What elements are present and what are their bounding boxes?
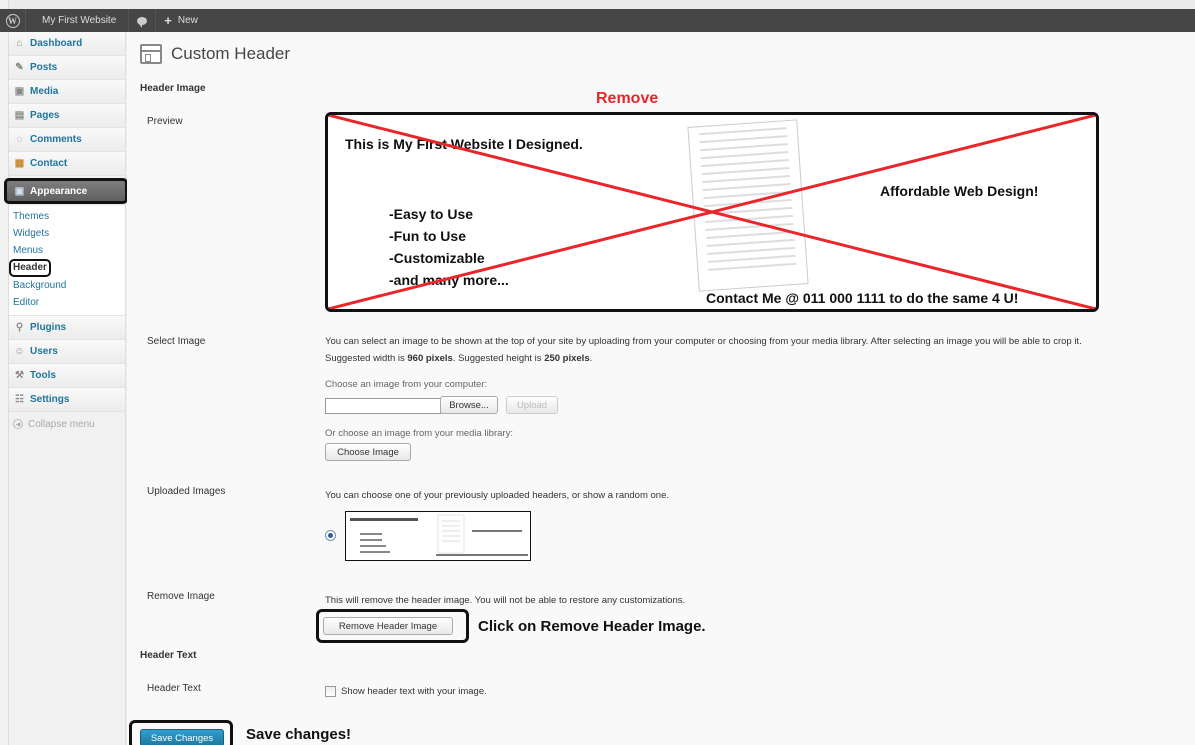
comment-bubble-icon xyxy=(137,16,148,28)
save-instruction-annotation: Save changes! xyxy=(246,726,352,743)
home-icon: ⌂ xyxy=(16,38,23,49)
wordpress-logo-icon: W xyxy=(5,13,20,28)
upload-button[interactable]: Upload xyxy=(506,396,558,414)
comment-icon: ◌ xyxy=(16,134,23,145)
sidebar-item-label: Pages xyxy=(30,110,60,121)
sidebar-item-users[interactable]: ☺ Users xyxy=(9,340,125,364)
uploaded-images-label: Uploaded Images xyxy=(147,486,226,497)
collapse-arrow-icon: ◀ xyxy=(13,419,23,429)
sidebar-item-label: Settings xyxy=(30,394,70,405)
submenu-widgets[interactable]: Widgets xyxy=(13,225,125,242)
site-name-link[interactable]: My First Website xyxy=(26,9,130,32)
wordpress-logo-menu[interactable]: W xyxy=(0,9,26,32)
sidebar-item-media[interactable]: ▣ Media xyxy=(9,80,125,104)
select-image-description: You can select an image to be shown at t… xyxy=(325,333,1190,367)
remove-header-image-button[interactable]: Remove Header Image xyxy=(323,617,453,635)
show-header-text-label: Show header text with your image. xyxy=(341,686,487,697)
suggested-height: 250 pixels xyxy=(544,353,590,364)
remove-annotation: Remove xyxy=(596,90,659,107)
submenu-menus[interactable]: Menus xyxy=(13,242,125,259)
remove-image-description: This will remove the header image. You w… xyxy=(325,595,686,606)
suggested-mid: . Suggested height is xyxy=(452,353,545,364)
main-content: Custom Header Header Image Preview Remov… xyxy=(127,32,1195,745)
sidebar-item-tools[interactable]: ⚒ Tools xyxy=(9,364,125,388)
sidebar-item-label: Appearance xyxy=(30,185,88,197)
header-text-label: Header Text xyxy=(147,683,201,694)
submenu-themes[interactable]: Themes xyxy=(13,208,125,225)
uploaded-header-thumbnail[interactable] xyxy=(345,511,531,561)
sidebar-item-label: Contact xyxy=(30,158,68,169)
plus-icon: + xyxy=(164,13,172,28)
choose-from-library-label: Or choose an image from your media libra… xyxy=(325,428,513,439)
custom-header-icon xyxy=(140,44,162,64)
sidebar-item-label: Plugins xyxy=(30,322,67,333)
sidebar-item-posts[interactable]: ✎ Posts xyxy=(9,56,125,80)
submenu-header[interactable]: Header xyxy=(9,259,51,277)
comments-link[interactable] xyxy=(129,9,157,32)
sidebar-item-label: Posts xyxy=(30,62,58,73)
sidebar-item-comments[interactable]: ◌ Comments xyxy=(9,128,125,152)
choose-image-button[interactable]: Choose Image xyxy=(325,443,411,461)
file-path-input[interactable] xyxy=(325,398,441,414)
collapse-menu-button[interactable]: ◀ Collapse menu xyxy=(9,412,125,436)
save-changes-button[interactable]: Save Changes xyxy=(140,729,224,745)
uploaded-images-description: You can choose one of your previously up… xyxy=(325,490,669,501)
sidebar-item-label: Tools xyxy=(30,370,56,381)
contact-icon: ▦ xyxy=(14,158,25,169)
remove-instruction-annotation: Click on Remove Header Image. xyxy=(478,618,706,635)
settings-icon: ☷ xyxy=(15,394,24,405)
submenu-editor[interactable]: Editor xyxy=(13,294,125,311)
remove-image-label: Remove Image xyxy=(147,591,215,602)
users-icon: ☺ xyxy=(14,346,25,357)
sidebar-item-dashboard[interactable]: ⌂ Dashboard xyxy=(9,32,125,56)
appearance-icon: ▣ xyxy=(14,185,25,197)
page-header: Custom Header xyxy=(140,44,290,64)
sidebar-item-appearance[interactable]: ▣ Appearance xyxy=(4,178,128,204)
header-preview-image: This is My First Website I Designed. Aff… xyxy=(325,112,1099,312)
media-icon: ▣ xyxy=(14,86,25,97)
uploaded-header-radio[interactable] xyxy=(325,530,336,541)
page-title: Custom Header xyxy=(171,44,291,63)
sidebar-item-label: Dashboard xyxy=(30,38,83,49)
red-cross-mark xyxy=(328,115,1096,309)
appearance-submenu: Themes Widgets Menus Header Background E… xyxy=(9,206,125,316)
header-text-heading: Header Text xyxy=(140,650,197,661)
thumbnail-graphic xyxy=(350,514,528,556)
select-image-label: Select Image xyxy=(147,336,206,347)
pin-icon: ✎ xyxy=(15,62,24,73)
sidebar-item-label: Users xyxy=(30,346,58,357)
new-label: New xyxy=(177,15,198,26)
admin-bar: W My First Website + New xyxy=(0,9,1195,32)
preview-label: Preview xyxy=(147,116,183,127)
header-image-heading: Header Image xyxy=(140,83,206,94)
sidebar-item-plugins[interactable]: ⚲ Plugins xyxy=(9,316,125,340)
show-header-text-checkbox[interactable] xyxy=(325,686,336,697)
admin-sidebar: ⌂ Dashboard ✎ Posts ▣ Media ▤ Pages ◌ Co… xyxy=(4,32,128,745)
sidebar-item-settings[interactable]: ☷ Settings xyxy=(9,388,125,412)
collapse-menu-label: Collapse menu xyxy=(28,418,95,430)
tools-icon: ⚒ xyxy=(15,370,24,381)
suggested-suffix: . xyxy=(589,353,593,364)
suggested-prefix: Suggested width is xyxy=(325,353,408,364)
new-content-menu[interactable]: + New xyxy=(156,9,206,32)
sidebar-item-pages[interactable]: ▤ Pages xyxy=(9,104,125,128)
sidebar-item-label: Comments xyxy=(30,134,82,145)
suggested-size-text: Suggested width is 960 pixels. Suggested… xyxy=(325,350,1190,367)
plugin-icon: ⚲ xyxy=(15,322,24,333)
choose-from-computer-label: Choose an image from your computer: xyxy=(325,379,488,390)
sidebar-item-contact[interactable]: ▦ Contact xyxy=(9,152,125,176)
window-left-edge xyxy=(0,0,9,745)
sidebar-item-label: Media xyxy=(30,86,59,97)
submenu-background[interactable]: Background xyxy=(13,277,125,294)
suggested-width: 960 pixels xyxy=(407,353,453,364)
page-icon: ▤ xyxy=(14,110,25,121)
browse-button[interactable]: Browse... xyxy=(440,396,498,414)
select-image-text: You can select an image to be shown at t… xyxy=(325,336,1082,347)
